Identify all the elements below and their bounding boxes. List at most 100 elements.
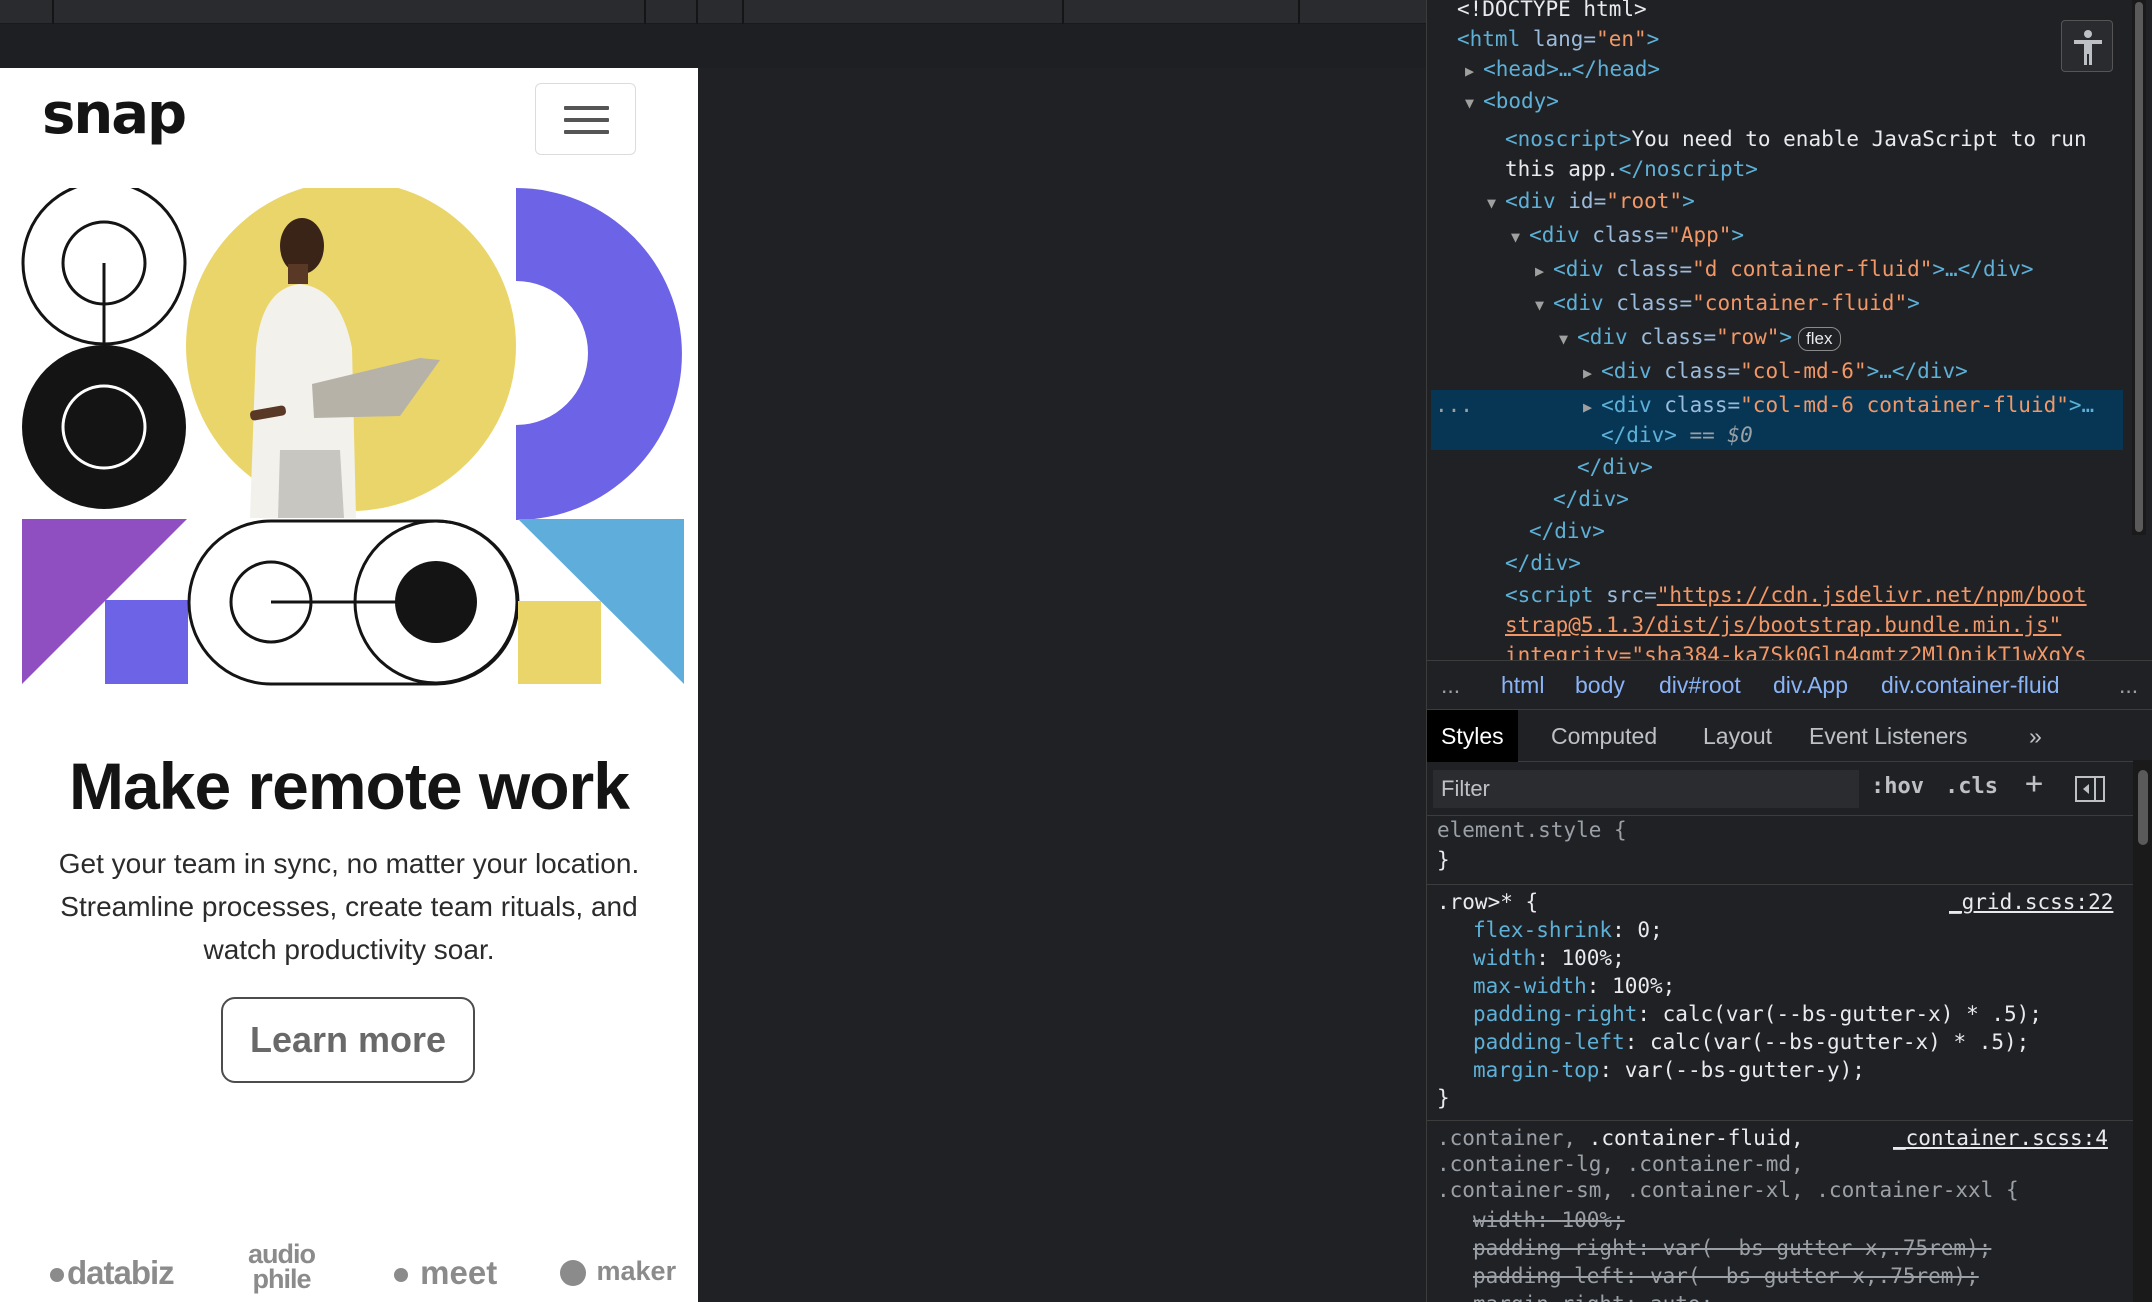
css-property-value[interactable]: : 0;: [1612, 918, 1663, 942]
sidebar-tabs: Styles Computed Layout Event Listeners »: [1427, 710, 2152, 762]
hover-state-toggle[interactable]: :hov: [1871, 774, 1924, 799]
dom-node-script[interactable]: <script src="https://cdn.jsdelivr.net/np…: [1505, 580, 2087, 610]
css-property-name[interactable]: margin-top: [1473, 1058, 1599, 1082]
collapse-triangle-icon[interactable]: ▼: [1511, 228, 1529, 246]
hamburger-menu-button[interactable]: [535, 83, 636, 155]
tab-styles[interactable]: Styles: [1427, 710, 1518, 762]
dot-icon: [50, 1268, 64, 1283]
dom-node-col-md-6[interactable]: ▶ <div class="col-md-6">…</div>: [1583, 356, 1968, 386]
css-property-line[interactable]: padding-left: calc(var(--bs-gutter-x) * …: [1473, 1028, 2029, 1056]
dom-node-col-md-6-selected[interactable]: ▶ <div class="col-md-6 container-fluid">…: [1583, 390, 2094, 420]
collapse-triangle-icon[interactable]: ▼: [1559, 330, 1577, 348]
dom-node-noscript-cont[interactable]: this app.</noscript>: [1505, 154, 1758, 184]
css-property-name[interactable]: max-width: [1473, 974, 1587, 998]
breadcrumb-div-app[interactable]: div.App: [1773, 672, 1848, 699]
accessibility-tree-button[interactable]: [2061, 20, 2113, 72]
breadcrumb-overflow[interactable]: ...: [1441, 672, 1460, 699]
css-property-value[interactable]: : 100%;: [1587, 974, 1676, 998]
dom-node-head[interactable]: ▶ <head>…</head>: [1465, 54, 1660, 84]
css-overridden-property[interactable]: width: 100%;: [1473, 1206, 1625, 1234]
styles-filter-input[interactable]: [1433, 770, 1859, 808]
element-style-rule[interactable]: element.style {: [1437, 816, 1627, 844]
css-property-name[interactable]: flex-shrink: [1473, 918, 1612, 942]
flex-badge[interactable]: flex: [1798, 327, 1841, 351]
dom-dcf-class-val: "d container-fluid": [1692, 257, 1933, 281]
scrollbar-thumb[interactable]: [2138, 770, 2148, 845]
collapse-triangle-icon[interactable]: ▼: [1535, 296, 1553, 314]
dom-script-src-link-cont[interactable]: strap@5.1.3/dist/js/bootstrap.bundle.min…: [1505, 610, 2061, 640]
dom-close-cf[interactable]: </div>: [1553, 484, 1629, 514]
client-databiz-text: databiz: [67, 1254, 175, 1291]
yellow-square-shape: [518, 601, 601, 684]
tabs-overflow-chevron-icon[interactable]: »: [2015, 710, 2056, 762]
css-property-value[interactable]: : var(--bs-gutter-y);: [1599, 1058, 1865, 1082]
device-toolbar-strip: [0, 24, 1426, 68]
expand-triangle-icon[interactable]: ▶: [1583, 398, 1601, 416]
toggle-sidebar-icon[interactable]: [2075, 776, 2105, 802]
tab-layout[interactable]: Layout: [1689, 710, 1786, 762]
css-property-line[interactable]: max-width: 100%;: [1473, 972, 1675, 1000]
css-property-line[interactable]: padding-right: calc(var(--bs-gutter-x) *…: [1473, 1000, 2042, 1028]
learn-more-button[interactable]: Learn more: [221, 997, 475, 1083]
row-rule-source-link[interactable]: _grid.scss:22: [1949, 888, 2113, 916]
breadcrumb-div-root[interactable]: div#root: [1659, 672, 1741, 699]
styles-filter-bar: :hov .cls +: [1427, 762, 2152, 816]
container-rule-source-link[interactable]: _container.scss:4: [1893, 1124, 2108, 1152]
dom-close-root[interactable]: </div>: [1505, 548, 1581, 578]
elements-scrollbar[interactable]: [2132, 0, 2146, 535]
purple-square-shape: [105, 600, 188, 684]
css-property-line[interactable]: width: 100%;: [1473, 944, 1625, 972]
breadcrumb-div-container-fluid[interactable]: div.container-fluid: [1881, 672, 2060, 699]
dom-node-container-fluid[interactable]: ▼ <div class="container-fluid">: [1535, 288, 1920, 318]
css-property-name[interactable]: padding-right: [1473, 1002, 1637, 1026]
css-property-name[interactable]: padding-left: [1473, 1030, 1625, 1054]
dom-node-app[interactable]: ▼ <div class="App">: [1511, 220, 1744, 250]
node-more-dots[interactable]: ...: [1435, 390, 1473, 420]
css-property-value[interactable]: : 100%;: [1536, 946, 1625, 970]
breadcrumb-html[interactable]: html: [1501, 672, 1544, 699]
expand-triangle-icon[interactable]: ▶: [1583, 364, 1601, 382]
css-property-line[interactable]: flex-shrink: 0;: [1473, 916, 1663, 944]
tab-event-listeners[interactable]: Event Listeners: [1795, 710, 1982, 762]
css-overridden-property[interactable]: padding-right: var(--bs-gutter-x,.75rem)…: [1473, 1234, 1991, 1262]
breadcrumb-body[interactable]: body: [1575, 672, 1625, 699]
dom-node-body[interactable]: ▼ <body>: [1465, 86, 1559, 116]
new-rule-plus-icon[interactable]: +: [2025, 766, 2043, 801]
dom-close-row[interactable]: </div>: [1577, 452, 1653, 482]
dom-node-row[interactable]: ▼ <div class="row"> flex: [1559, 322, 1841, 352]
dom-node-root[interactable]: ▼ <div id="root">: [1487, 186, 1695, 216]
expand-triangle-icon[interactable]: ▶: [1465, 62, 1483, 80]
dom-app-div: <div: [1529, 223, 1580, 247]
css-property-line[interactable]: margin-top: var(--bs-gutter-y);: [1473, 1056, 1865, 1084]
site-logo[interactable]: snap: [42, 82, 187, 147]
dom-close-app[interactable]: </div>: [1529, 516, 1605, 546]
collapse-triangle-icon[interactable]: ▼: [1465, 94, 1483, 112]
css-overridden-property[interactable]: margin-right: auto;: [1473, 1290, 1713, 1302]
dom-doctype[interactable]: <!DOCTYPE html>: [1457, 0, 1647, 24]
dom-script-src-link[interactable]: "https://cdn.jsdelivr.net/npm/boot: [1657, 583, 2087, 607]
dom-node-col-md-6-close[interactable]: </div> == $0: [1601, 420, 1753, 450]
dom-node-d-container[interactable]: ▶ <div class="d container-fluid">…</div>: [1535, 254, 2034, 284]
collapse-triangle-icon[interactable]: ▼: [1487, 194, 1505, 212]
dom-cf-div: <div: [1553, 291, 1604, 315]
dom-root-gt: >: [1682, 189, 1695, 213]
breadcrumb-more[interactable]: ...: [2119, 672, 2138, 699]
css-property-value[interactable]: : calc(var(--bs-gutter-x) * .5);: [1625, 1030, 2030, 1054]
dom-node-noscript[interactable]: <noscript>You need to enable JavaScript …: [1505, 124, 2087, 154]
menu-icon: [564, 106, 609, 110]
dom-dcf-div: <div: [1553, 257, 1604, 281]
css-property-value[interactable]: : calc(var(--bs-gutter-x) * .5);: [1637, 1002, 2042, 1026]
scrollbar-thumb[interactable]: [2135, 2, 2143, 532]
class-toggle[interactable]: .cls: [1945, 774, 1998, 799]
css-overridden-property[interactable]: padding-left: var(--bs-gutter-x,.75rem);: [1473, 1262, 1979, 1290]
container-rule-selector-1[interactable]: .container, .container-fluid,: [1437, 1124, 1804, 1152]
css-property-name[interactable]: width: [1473, 946, 1536, 970]
container-rule-selector-3[interactable]: .container-sm, .container-xl, .container…: [1437, 1176, 2019, 1204]
dom-node-html[interactable]: <html lang="en">: [1457, 24, 1659, 54]
expand-triangle-icon[interactable]: ▶: [1535, 262, 1553, 280]
row-rule-selector[interactable]: .row>* {: [1437, 888, 1538, 916]
container-rule-selector-2[interactable]: .container-lg, .container-md,: [1437, 1150, 1804, 1178]
dom-noscript-close: </noscript>: [1618, 157, 1758, 181]
styles-scrollbar[interactable]: [2133, 760, 2152, 1302]
tab-computed[interactable]: Computed: [1537, 710, 1671, 762]
